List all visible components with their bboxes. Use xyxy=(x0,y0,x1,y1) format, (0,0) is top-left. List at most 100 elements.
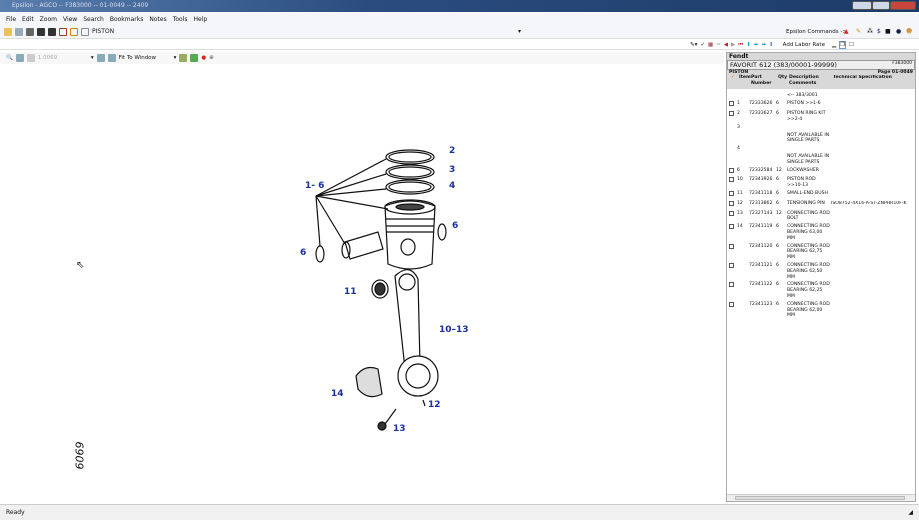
callout-6-right[interactable]: 6 xyxy=(452,221,458,231)
cell-item: 1 xyxy=(737,101,740,107)
restore-pane-icon[interactable]: ❐ xyxy=(839,41,847,49)
callout-2[interactable]: 2 xyxy=(449,146,455,156)
table-row[interactable]: 72341123 6 CONNECTING ROD BEARING 62,00 MM xyxy=(727,301,915,319)
book-open-icon[interactable] xyxy=(70,27,78,36)
resize-grip-icon[interactable]: ◢ xyxy=(908,509,913,516)
row-checkbox[interactable] xyxy=(729,282,734,288)
binoculars-next-icon[interactable] xyxy=(48,27,56,36)
up-icon[interactable]: ⬆ xyxy=(746,42,751,48)
zoom-out-icon[interactable] xyxy=(26,54,35,62)
prev-icon[interactable]: ◀ xyxy=(724,42,728,48)
print-view-icon[interactable] xyxy=(190,54,199,62)
stop-icon[interactable]: ● xyxy=(201,55,206,61)
menu-search[interactable]: Search xyxy=(83,16,104,23)
menu-help[interactable]: Help xyxy=(194,16,208,23)
right-icon[interactable]: ➡ xyxy=(761,42,766,48)
zoom-dropdown-icon[interactable]: ▾ xyxy=(91,55,94,61)
zoom-value-input[interactable]: 1.0069 xyxy=(38,55,88,61)
row-checkbox[interactable] xyxy=(729,224,734,230)
maximize-button[interactable] xyxy=(872,1,890,10)
first-icon[interactable]: ⏮ xyxy=(738,42,743,49)
dropdown-chevron-icon[interactable]: ▾ xyxy=(518,28,521,35)
row-checkbox[interactable] xyxy=(729,210,734,216)
callout-6-left[interactable]: 6 xyxy=(300,248,306,258)
add-icon[interactable]: ⊕ xyxy=(209,55,214,61)
minimize-pane-icon[interactable]: ▁ xyxy=(832,42,836,48)
fit-dropdown-icon[interactable]: ▾ xyxy=(174,55,177,61)
tool-icon[interactable]: ✂ xyxy=(716,42,721,48)
binoculars-icon[interactable] xyxy=(37,27,45,36)
cell-qty: 6 xyxy=(776,262,779,268)
menu-zoom[interactable]: Zoom xyxy=(40,16,57,23)
row-checkbox[interactable] xyxy=(729,243,734,249)
row-checkbox[interactable] xyxy=(729,262,734,268)
notes-icon[interactable]: ✎ xyxy=(856,28,861,35)
print-icon[interactable] xyxy=(26,27,34,36)
info-icon[interactable]: ● xyxy=(896,28,901,35)
table-row[interactable]: 12 72313862 6 TENSIONING PIN ISO8752-4X16-A-… xyxy=(727,200,915,209)
fit-width-icon[interactable] xyxy=(96,54,105,62)
table-row[interactable]: 72341120 6 CONNECTING ROD BEARING 62,75 MM xyxy=(727,243,915,261)
parts-drawing[interactable]: 2 3 4 1- 6 6 6 11 10–13 14 12 13 6069 ⇖ xyxy=(0,64,724,502)
edit-icon[interactable]: ✎▾ xyxy=(690,42,697,48)
close-button[interactable] xyxy=(890,1,916,10)
hierarchy-icon[interactable]: ⁂ xyxy=(867,28,873,35)
fit-mode-select[interactable]: Fit To Window xyxy=(119,55,171,61)
callout-13[interactable]: 13 xyxy=(393,424,406,434)
table-row[interactable]: 72341122 6 CONNECTING ROD BEARING 62,25 MM xyxy=(727,282,915,299)
header-desc: Description Comments xyxy=(789,75,819,86)
menu-file[interactable]: File xyxy=(6,16,16,23)
table-row[interactable]: 10 72343926 6 PISTON ROD >>10-13 xyxy=(727,177,915,189)
row-checkbox[interactable] xyxy=(729,101,734,107)
cart-icon[interactable]: ▦ xyxy=(708,42,713,48)
zoom-in-icon[interactable] xyxy=(15,54,24,62)
row-checkbox[interactable] xyxy=(729,190,734,196)
open-icon[interactable] xyxy=(4,27,12,36)
table-row[interactable]: 72341121 6 CONNECTING ROD BEARING 62,50 MM xyxy=(727,262,915,280)
table-row[interactable]: NOT AVAILABLE IN SINGLE PARTS xyxy=(727,133,915,145)
add-labor-rate-button[interactable]: Add Labor Rate xyxy=(783,42,825,48)
row-checkbox[interactable] xyxy=(729,301,734,307)
callout-14[interactable]: 14 xyxy=(331,389,344,399)
menu-edit[interactable]: Edit xyxy=(22,16,34,23)
table-row[interactable]: 11 72341118 6 SMALL-END BUSH xyxy=(727,190,915,199)
row-checkbox[interactable] xyxy=(729,111,734,117)
callout-10-13[interactable]: 10–13 xyxy=(439,325,469,335)
table-row[interactable]: 6 72332584 12 LOCKWASHER xyxy=(727,167,915,176)
table-row[interactable]: 4 xyxy=(727,146,915,152)
pointer-icon[interactable] xyxy=(179,54,188,62)
book-icon[interactable] xyxy=(59,27,67,36)
horizontal-scrollbar[interactable] xyxy=(727,494,915,501)
callout-11[interactable]: 11 xyxy=(344,287,357,297)
table-row[interactable]: NOT AVAILABLE IN SINGLE PARTS xyxy=(727,154,915,166)
left-icon[interactable]: ⬅ xyxy=(754,42,759,48)
menu-bookmarks[interactable]: Bookmarks xyxy=(110,16,144,23)
minimize-button[interactable] xyxy=(852,1,872,10)
menu-tools[interactable]: Tools xyxy=(173,16,188,23)
check-icon[interactable]: ✓ xyxy=(700,42,705,48)
fit-page-icon[interactable] xyxy=(107,54,116,62)
menu-view[interactable]: View xyxy=(63,16,77,23)
next-icon[interactable]: ▶ xyxy=(731,42,735,48)
table-row[interactable]: 1 72333626 6 PISTON >>1-6 xyxy=(727,101,915,109)
callout-4[interactable]: 4 xyxy=(449,181,455,191)
callout-3[interactable]: 3 xyxy=(449,165,455,175)
maximize-pane-icon[interactable]: ☐ xyxy=(849,42,854,48)
save-icon[interactable] xyxy=(15,27,23,36)
callout-12[interactable]: 12 xyxy=(428,400,441,410)
dollar-icon[interactable]: $ xyxy=(877,28,881,35)
warning-icon[interactable]: ▲ xyxy=(844,28,849,35)
row-checkbox[interactable] xyxy=(729,177,734,183)
row-checkbox[interactable] xyxy=(729,167,734,173)
callout-1-6[interactable]: 1- 6 xyxy=(305,181,324,191)
row-checkbox[interactable] xyxy=(729,200,734,206)
zoom-icon[interactable]: 🔍 xyxy=(6,55,13,61)
table-row[interactable]: 13 72327143 12 CONNECTING ROD BOLT xyxy=(727,210,915,223)
user-icon[interactable]: ☻ xyxy=(906,28,912,35)
table-row[interactable]: 2 72333627 6 PISTON RING KIT >>2-4 xyxy=(727,111,915,123)
camera-icon[interactable]: ■ xyxy=(885,28,891,35)
table-row[interactable]: 3 xyxy=(727,125,915,131)
down-icon[interactable]: ⬇ xyxy=(769,42,774,48)
table-row[interactable]: 14 72341119 6 CONNECTING ROD BEARING 63,00 … xyxy=(727,224,915,241)
menu-notes[interactable]: Notes xyxy=(149,16,166,23)
